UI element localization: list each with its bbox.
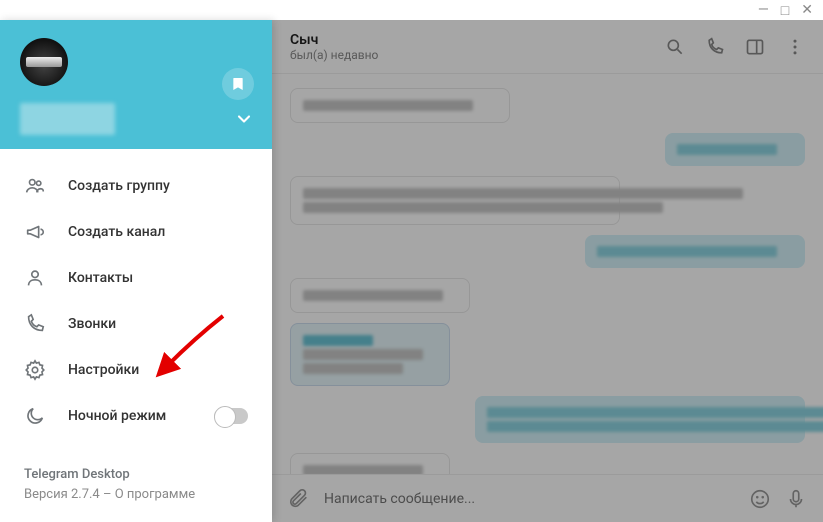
- person-icon: [24, 267, 46, 289]
- window-titlebar: — □ ✕: [0, 0, 823, 20]
- menu-item-label: Создать канал: [68, 224, 165, 240]
- drawer-menu: Создать группу Создать канал Контакты Зв…: [0, 149, 272, 453]
- menu-item-label: Звонки: [68, 316, 116, 332]
- menu-item-label: Контакты: [68, 270, 133, 286]
- username-blurred: [20, 103, 115, 135]
- menu-item-settings[interactable]: Настройки: [0, 347, 272, 393]
- close-button[interactable]: ✕: [801, 2, 813, 18]
- minimize-button[interactable]: —: [758, 2, 769, 18]
- menu-item-new-channel[interactable]: Создать канал: [0, 209, 272, 255]
- saved-messages-button[interactable]: [222, 68, 254, 100]
- menu-item-label: Создать группу: [68, 178, 170, 194]
- chat-area: Сыч был(а) недавно: [272, 20, 823, 522]
- night-mode-toggle[interactable]: [214, 408, 248, 424]
- menu-item-label: Настройки: [68, 362, 139, 378]
- menu-item-night-mode[interactable]: Ночной режим: [0, 393, 272, 439]
- chevron-down-icon[interactable]: [234, 109, 254, 129]
- drawer-header: [0, 20, 272, 149]
- phone-icon: [24, 313, 46, 335]
- avatar[interactable]: [20, 38, 68, 86]
- group-icon: [24, 175, 46, 197]
- menu-item-contacts[interactable]: Контакты: [0, 255, 272, 301]
- drawer-footer: Telegram Desktop Версия 2.7.4 – О програ…: [0, 453, 272, 522]
- moon-icon: [24, 405, 46, 427]
- chat-dim-overlay[interactable]: [272, 20, 823, 522]
- maximize-button[interactable]: □: [781, 2, 789, 19]
- bookmark-icon: [230, 76, 246, 92]
- megaphone-icon: [24, 221, 46, 243]
- menu-item-label: Ночной режим: [68, 408, 166, 424]
- menu-item-new-group[interactable]: Создать группу: [0, 163, 272, 209]
- app-name: Telegram Desktop: [24, 465, 248, 485]
- version-line[interactable]: Версия 2.7.4 – О программе: [24, 485, 248, 505]
- gear-icon: [24, 359, 46, 381]
- sidebar-drawer: Создать группу Создать канал Контакты Зв…: [0, 20, 272, 522]
- menu-item-calls[interactable]: Звонки: [0, 301, 272, 347]
